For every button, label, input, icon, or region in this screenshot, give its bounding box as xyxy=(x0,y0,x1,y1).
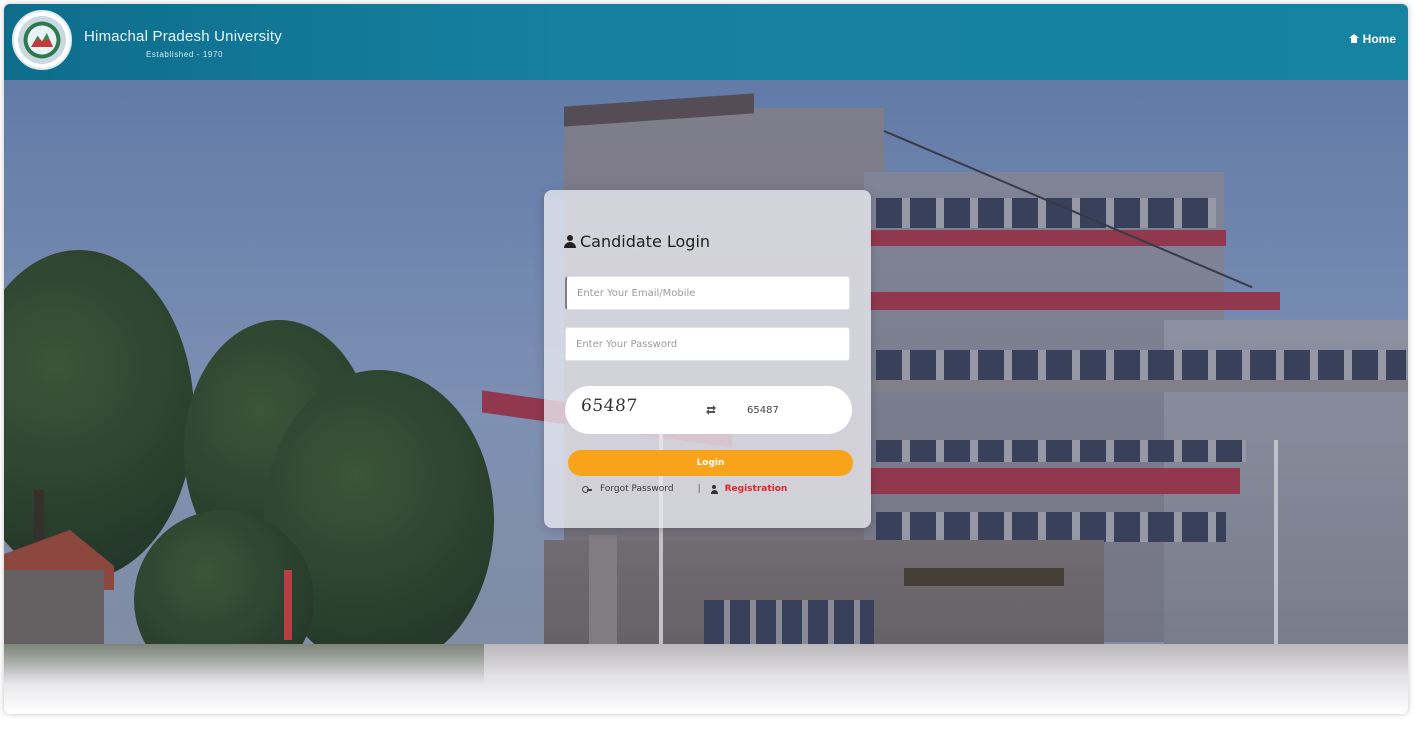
user-plus-icon xyxy=(710,484,721,494)
reflection-trees xyxy=(4,644,484,684)
home-label: Home xyxy=(1362,32,1396,46)
link-separator: | xyxy=(697,484,701,494)
university-logo[interactable] xyxy=(12,10,72,70)
auth-links: Forgot Password | Registration xyxy=(582,481,852,497)
login-card: Candidate Login 65487 Login Forgot Passw… xyxy=(544,190,871,528)
login-heading: Candidate Login xyxy=(564,232,710,251)
captcha-code: 65487 xyxy=(580,396,639,416)
login-button[interactable]: Login xyxy=(568,450,853,476)
university-title: Himachal Pradesh University xyxy=(84,28,282,45)
home-icon xyxy=(1348,34,1359,44)
logo-emblem-icon xyxy=(31,33,53,47)
top-header: Himachal Pradesh University Established … xyxy=(4,4,1408,80)
forgot-password-label: Forgot Password xyxy=(600,484,674,494)
home-link[interactable]: Home xyxy=(1348,32,1396,46)
university-subtitle: Established - 1970 xyxy=(146,50,224,59)
login-heading-text: Candidate Login xyxy=(580,232,711,251)
page-frame: Himachal Pradesh University Established … xyxy=(4,4,1408,714)
registration-label: Registration xyxy=(724,484,788,494)
password-input[interactable] xyxy=(565,327,850,361)
email-mobile-input[interactable] xyxy=(565,276,850,310)
forgot-password-link[interactable]: Forgot Password xyxy=(582,484,674,494)
reflection-band xyxy=(4,644,1408,714)
key-icon xyxy=(582,485,592,493)
captcha-box: 65487 xyxy=(565,386,852,434)
refresh-icon[interactable] xyxy=(705,401,717,415)
user-icon xyxy=(564,235,576,248)
registration-link[interactable]: Registration xyxy=(710,484,788,494)
captcha-input[interactable] xyxy=(747,400,837,420)
